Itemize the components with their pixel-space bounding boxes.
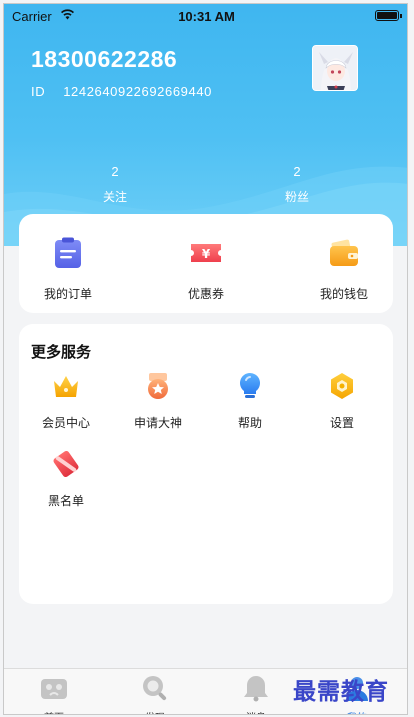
following-count: 2 [111, 164, 119, 179]
apply-expert-button[interactable]: 申请大神 [118, 371, 198, 431]
my-wallet-button[interactable]: 我的钱包 [299, 236, 389, 302]
hexagon-gear-icon [331, 373, 353, 399]
wallet-icon [330, 239, 358, 266]
medal-icon [148, 373, 168, 399]
bell-icon [244, 676, 268, 702]
user-id: ID 1242640922692669440 [31, 84, 212, 99]
profile-header: Carrier 10:31 AM 18300622286 ID 124264092… [4, 4, 407, 246]
tab-messages-label: 消息 [226, 709, 286, 714]
clock: 10:31 AM [178, 9, 235, 24]
quick-actions-card: 我的订单 ¥ 优惠券 我的钱包 [19, 214, 393, 313]
help-button[interactable]: 帮助 [210, 371, 290, 431]
my-orders-label: 我的订单 [43, 287, 92, 301]
blacklist-label: 黑名单 [47, 494, 84, 508]
lightbulb-icon [240, 373, 260, 398]
following-label: 关注 [102, 190, 127, 204]
coupons-button[interactable]: ¥ 优惠券 [161, 236, 251, 302]
followers-count: 2 [293, 164, 301, 179]
more-services-card: 更多服务 会员中心 申请大神 帮助 设置 黑名单 [19, 324, 393, 604]
coupons-label: 优惠券 [187, 287, 224, 301]
following-stat[interactable]: 2 关注 [75, 164, 155, 205]
anime-avatar-image [313, 46, 357, 90]
status-bar: Carrier 10:31 AM [4, 4, 407, 28]
discover-icon [143, 676, 167, 701]
my-orders-button[interactable]: 我的订单 [23, 236, 113, 302]
blacklist-button[interactable]: 黑名单 [26, 449, 106, 509]
vip-center-button[interactable]: 会员中心 [26, 371, 106, 431]
battery-icon [375, 10, 402, 21]
more-services-title: 更多服务 [31, 343, 92, 361]
svg-text:¥: ¥ [202, 247, 211, 261]
coupon-icon: ¥ [191, 244, 221, 262]
settings-label: 设置 [329, 416, 354, 430]
help-label: 帮助 [237, 416, 262, 430]
settings-button[interactable]: 设置 [302, 371, 382, 431]
apply-expert-label: 申请大神 [133, 416, 182, 430]
app-screen: Carrier 10:31 AM 18300622286 ID 124264092… [3, 3, 408, 715]
vip-center-label: 会员中心 [41, 416, 90, 430]
tab-home[interactable]: 首页 [24, 673, 84, 714]
tab-discover-label: 发现 [125, 709, 185, 714]
my-wallet-label: 我的钱包 [319, 287, 368, 301]
tab-home-label: 首页 [24, 709, 84, 714]
user-id-label: ID [31, 84, 46, 99]
user-id-value: 1242640922692669440 [63, 84, 212, 99]
home-icon [41, 679, 67, 699]
watermark-text: 最需教育 [293, 678, 389, 705]
followers-stat[interactable]: 2 粉丝 [257, 164, 337, 205]
tab-discover[interactable]: 发现 [125, 673, 185, 714]
blacklist-icon [53, 451, 79, 477]
tab-messages[interactable]: 消息 [226, 673, 286, 714]
clipboard-icon [55, 237, 81, 268]
followers-label: 粉丝 [284, 190, 309, 204]
crown-icon [54, 376, 78, 397]
user-phone: 18300622286 [31, 46, 178, 72]
avatar[interactable] [312, 45, 358, 91]
